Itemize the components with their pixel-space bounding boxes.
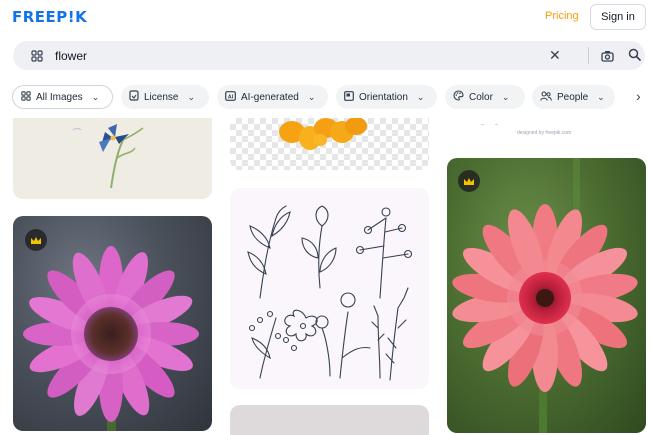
search-bar[interactable]: ✕: [13, 41, 645, 70]
decor-dash: [481, 124, 484, 125]
filter-color[interactable]: Color ⌄: [445, 85, 525, 109]
image-grid-icon: [21, 90, 31, 104]
coral-gerbera-photo: [452, 158, 638, 433]
filter-label: Orientation: [359, 91, 408, 103]
search-icon[interactable]: [628, 48, 641, 66]
premium-crown-icon: [25, 229, 47, 251]
filter-all-images[interactable]: All Images ⌄: [12, 85, 113, 109]
filter-bar: All Images ⌄ License ⌄ AI AI-generated ⌄…: [12, 85, 650, 109]
filter-label: AI-generated: [241, 91, 299, 103]
image-watermark: designed by freepik.com: [517, 130, 572, 136]
pricing-link[interactable]: Pricing: [545, 10, 579, 22]
chevron-right-icon[interactable]: ›: [636, 88, 641, 104]
search-divider: [588, 47, 589, 64]
orientation-icon: [344, 90, 354, 104]
line-art-flowers-illustration: [247, 205, 413, 381]
chevron-down-icon: ⌄: [91, 91, 100, 102]
chevron-down-icon: ⌄: [187, 91, 196, 102]
filter-label: All Images: [36, 91, 83, 103]
result-card-orange-flower[interactable]: [230, 118, 429, 170]
sign-in-button[interactable]: Sign in: [590, 4, 646, 30]
result-card-placeholder[interactable]: [230, 405, 429, 435]
search-input[interactable]: [55, 48, 515, 64]
ai-icon: AI: [225, 90, 236, 104]
filter-people[interactable]: People ⌄: [532, 85, 615, 109]
image-grid-icon[interactable]: [31, 49, 43, 67]
chevron-down-icon: ⌄: [501, 91, 510, 102]
result-card-coral-gerbera[interactable]: [447, 158, 646, 433]
premium-crown-icon: [458, 170, 480, 192]
chevron-down-icon: ⌄: [597, 91, 605, 102]
result-card-blue-flower[interactable]: [13, 118, 212, 199]
decor-dash: [495, 124, 498, 125]
license-icon: [129, 90, 139, 104]
filter-orientation[interactable]: Orientation ⌄: [336, 85, 437, 109]
freepik-logo[interactable]: FREEP!K: [12, 8, 87, 26]
svg-text:AI: AI: [228, 94, 234, 100]
clear-icon[interactable]: ✕: [549, 47, 561, 64]
camera-icon[interactable]: [601, 49, 614, 67]
orange-flower-image: [279, 118, 367, 150]
result-card-pink-gerbera[interactable]: [13, 216, 212, 431]
filter-label: Color: [469, 91, 493, 103]
filter-label: People: [557, 91, 589, 103]
result-card-white-image[interactable]: designed by freepik.com: [447, 118, 646, 142]
chevron-down-icon: ⌄: [416, 91, 425, 102]
filter-label: License: [144, 91, 179, 103]
filter-ai-generated[interactable]: AI AI-generated ⌄: [217, 85, 328, 109]
people-icon: [540, 90, 552, 104]
chevron-down-icon: ⌄: [307, 91, 316, 102]
palette-icon: [453, 90, 464, 104]
filter-license[interactable]: License ⌄: [121, 85, 209, 109]
result-card-line-art-flowers[interactable]: [230, 188, 429, 389]
blue-flower-illustration: [72, 124, 144, 189]
top-bar: FREEP!K Pricing Sign in: [0, 0, 650, 34]
